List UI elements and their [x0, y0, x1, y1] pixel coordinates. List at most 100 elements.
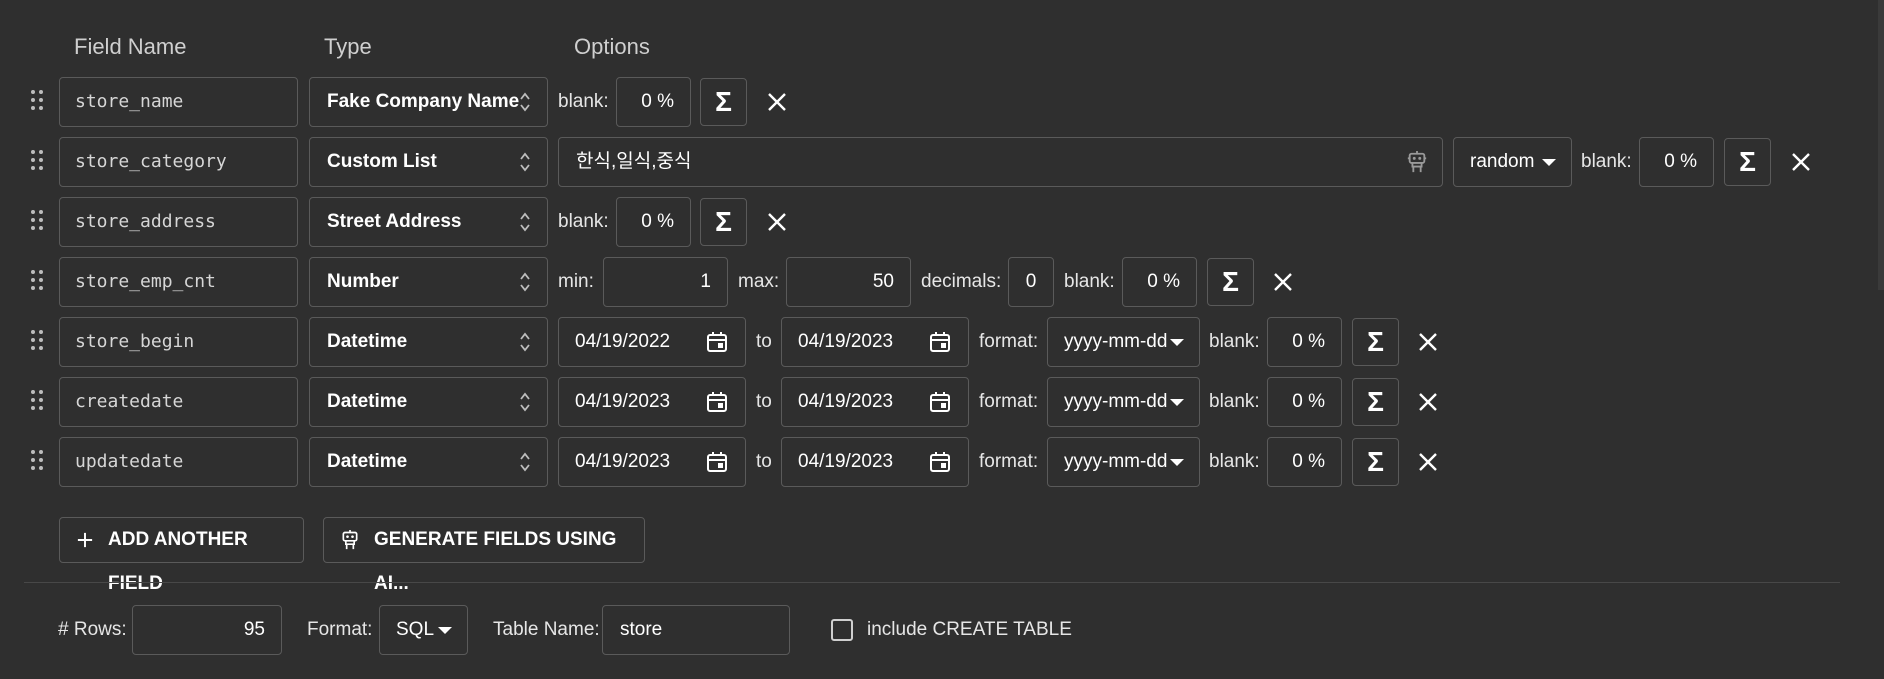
type-label: Custom List: [327, 151, 437, 172]
caret-down-icon: [1170, 399, 1184, 406]
type-select[interactable]: Datetime: [309, 317, 548, 367]
date-to-input[interactable]: 04/19/2023: [781, 317, 969, 367]
type-select[interactable]: Datetime: [309, 377, 548, 427]
type-select[interactable]: Number: [309, 257, 548, 307]
sigma-button[interactable]: Σ: [1352, 318, 1399, 366]
type-select[interactable]: Fake Company Name: [309, 77, 548, 127]
caret-down-icon: [438, 627, 452, 634]
field-name-input[interactable]: createdate: [59, 377, 298, 427]
blank-label: blank:: [1209, 451, 1260, 472]
calendar-icon[interactable]: [705, 330, 729, 354]
field-name-input[interactable]: store_category: [59, 137, 298, 187]
date-from-value: 04/19/2022: [575, 331, 671, 352]
header-field-name: Field Name: [74, 34, 187, 59]
field-row: store_emp_cnt Number min: 1 max: 50 deci…: [0, 257, 1884, 307]
blank-label: blank:: [558, 91, 609, 112]
date-to-input[interactable]: 04/19/2023: [781, 377, 969, 427]
type-select[interactable]: Custom List: [309, 137, 548, 187]
field-row: createdate Datetime 04/19/2023 to 04/19/…: [0, 377, 1884, 427]
drag-handle-icon[interactable]: [30, 210, 46, 234]
close-icon[interactable]: [766, 91, 788, 113]
generate-fields-ai-label: GENERATE FIELDS USING AI...: [374, 529, 617, 594]
sigma-button[interactable]: Σ: [1724, 138, 1771, 186]
format-select[interactable]: yyyy-mm-dd: [1047, 437, 1200, 487]
format-select[interactable]: yyyy-mm-dd: [1047, 377, 1200, 427]
drag-handle-icon[interactable]: [30, 270, 46, 294]
type-select[interactable]: Street Address: [309, 197, 548, 247]
blank-input[interactable]: 0 %: [1639, 137, 1714, 187]
max-label: max:: [738, 271, 780, 292]
sigma-button[interactable]: Σ: [1207, 258, 1254, 306]
up-down-icon: [520, 152, 530, 172]
drag-handle-icon[interactable]: [30, 90, 46, 114]
field-row: store_address Street Address blank: 0 % …: [0, 197, 1884, 247]
sigma-button[interactable]: Σ: [700, 198, 747, 246]
robot-icon[interactable]: [1406, 149, 1428, 175]
field-name-input[interactable]: store_begin: [59, 317, 298, 367]
sigma-button[interactable]: Σ: [700, 78, 747, 126]
drag-handle-icon[interactable]: [30, 390, 46, 414]
table-name-input[interactable]: store: [602, 605, 790, 655]
calendar-icon[interactable]: [928, 390, 952, 414]
close-icon[interactable]: [1790, 151, 1812, 173]
date-to-input[interactable]: 04/19/2023: [781, 437, 969, 487]
up-down-icon: [520, 392, 530, 412]
generate-fields-ai-button[interactable]: GENERATE FIELDS USING AI...: [323, 517, 645, 594]
date-from-input[interactable]: 04/19/2023: [558, 437, 746, 487]
table-name-label: Table Name:: [493, 619, 600, 640]
date-from-input[interactable]: 04/19/2023: [558, 377, 746, 427]
field-name-input[interactable]: store_name: [59, 77, 298, 127]
blank-input[interactable]: 0 %: [1267, 377, 1342, 427]
blank-input[interactable]: 0 %: [616, 77, 691, 127]
date-from-input[interactable]: 04/19/2022: [558, 317, 746, 367]
sigma-button[interactable]: Σ: [1352, 438, 1399, 486]
scrollbar[interactable]: [1878, 0, 1884, 290]
decimals-input[interactable]: 0: [1008, 257, 1054, 307]
close-icon[interactable]: [1417, 391, 1439, 413]
custom-list-value: 한식,일식,중식: [576, 151, 692, 172]
calendar-icon[interactable]: [928, 450, 952, 474]
order-select[interactable]: random: [1453, 137, 1572, 187]
custom-list-input[interactable]: 한식,일식,중식: [558, 137, 1443, 187]
date-from-value: 04/19/2023: [575, 391, 671, 412]
up-down-icon: [520, 92, 530, 112]
plus-icon: [77, 532, 93, 548]
close-icon[interactable]: [1272, 271, 1294, 293]
sigma-button[interactable]: Σ: [1352, 378, 1399, 426]
drag-handle-icon[interactable]: [30, 450, 46, 474]
rows-input[interactable]: 95: [132, 605, 282, 655]
close-icon[interactable]: [1417, 451, 1439, 473]
calendar-icon[interactable]: [705, 390, 729, 414]
blank-label: blank:: [558, 211, 609, 232]
output-format-select[interactable]: SQL: [379, 605, 468, 655]
drag-handle-icon[interactable]: [30, 150, 46, 174]
format-select[interactable]: yyyy-mm-dd: [1047, 317, 1200, 367]
close-icon[interactable]: [1417, 331, 1439, 353]
checkbox-icon[interactable]: [831, 619, 853, 641]
blank-input[interactable]: 0 %: [1122, 257, 1197, 307]
order-value: random: [1470, 151, 1535, 172]
max-input[interactable]: 50: [786, 257, 911, 307]
min-input[interactable]: 1: [603, 257, 728, 307]
calendar-icon[interactable]: [928, 330, 952, 354]
drag-handle-icon[interactable]: [30, 330, 46, 354]
date-to-value: 04/19/2023: [798, 391, 894, 412]
field-name-input[interactable]: store_address: [59, 197, 298, 247]
field-name-input[interactable]: updatedate: [59, 437, 298, 487]
type-label: Street Address: [327, 211, 462, 232]
blank-input[interactable]: 0 %: [1267, 317, 1342, 367]
type-select[interactable]: Datetime: [309, 437, 548, 487]
field-name-input[interactable]: store_emp_cnt: [59, 257, 298, 307]
rows-label: # Rows:: [58, 619, 127, 640]
output-format-value: SQL: [396, 619, 435, 640]
blank-label: blank:: [1064, 271, 1115, 292]
date-from-value: 04/19/2023: [575, 451, 671, 472]
blank-input[interactable]: 0 %: [1267, 437, 1342, 487]
calendar-icon[interactable]: [705, 450, 729, 474]
field-row: store_begin Datetime 04/19/2022 to 04/19…: [0, 317, 1884, 367]
close-icon[interactable]: [766, 211, 788, 233]
decimals-label: decimals:: [921, 271, 1002, 292]
blank-label: blank:: [1209, 331, 1260, 352]
add-another-field-button[interactable]: ADD ANOTHER FIELD: [59, 517, 304, 594]
blank-input[interactable]: 0 %: [616, 197, 691, 247]
